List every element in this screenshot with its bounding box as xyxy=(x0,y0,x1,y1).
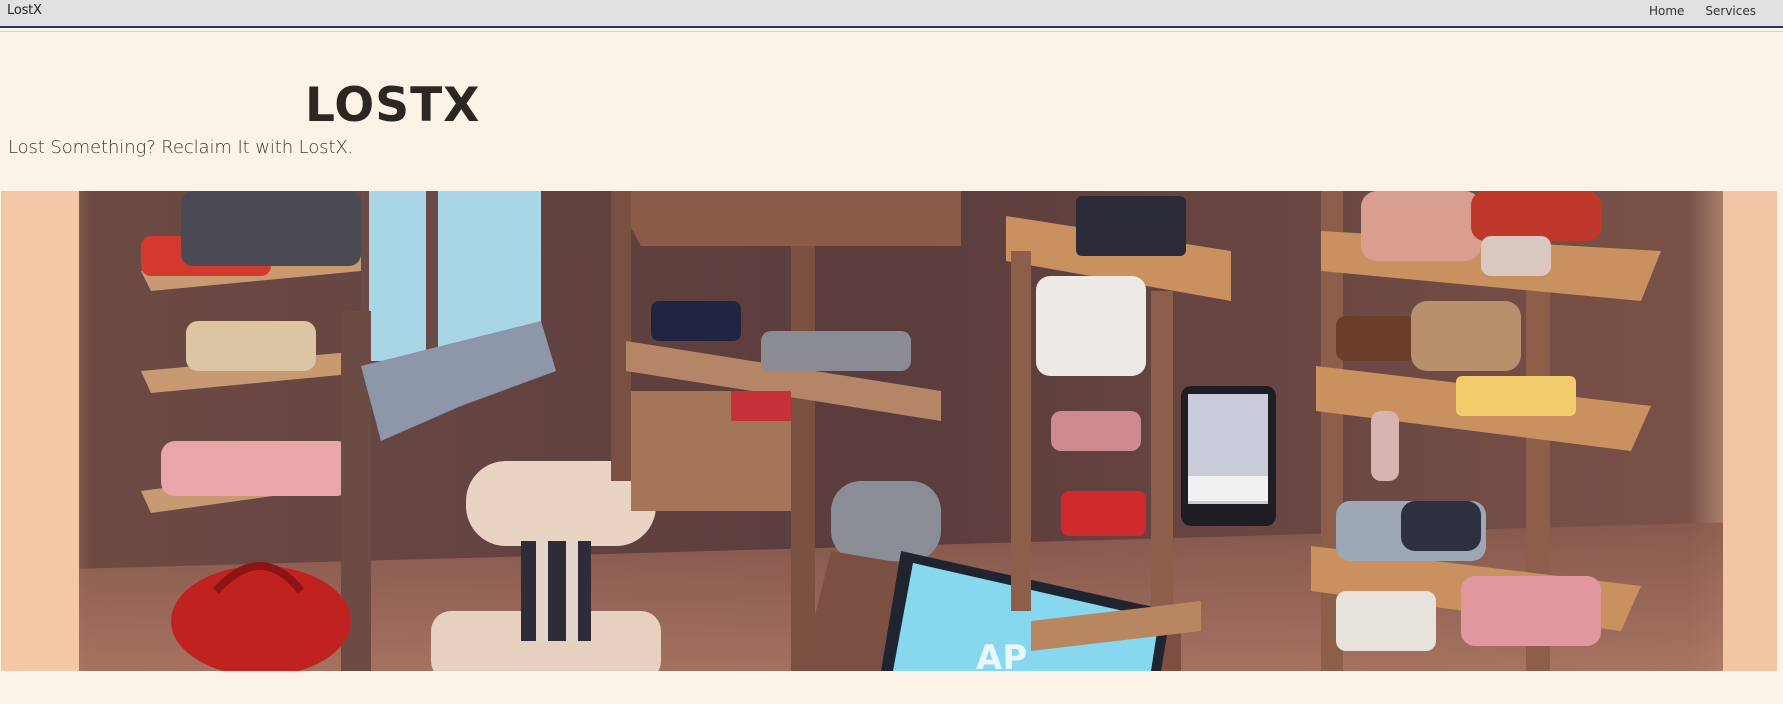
laptop-screen-text: AP xyxy=(976,638,1027,671)
page-title: LOSTX xyxy=(305,78,481,133)
brand-link[interactable]: LostX xyxy=(7,3,42,18)
tagline: Lost Something? Reclaim It with LostX. xyxy=(8,137,354,158)
hero-image: AP xyxy=(1,191,1777,671)
nav-links: Home Services xyxy=(1649,4,1756,18)
lost-items-room-illustration: AP xyxy=(1,191,1777,671)
header-divider xyxy=(0,31,1783,32)
top-navbar: LostX Home Services xyxy=(0,0,1783,28)
nav-link-services[interactable]: Services xyxy=(1705,4,1756,18)
nav-link-home[interactable]: Home xyxy=(1649,4,1684,18)
